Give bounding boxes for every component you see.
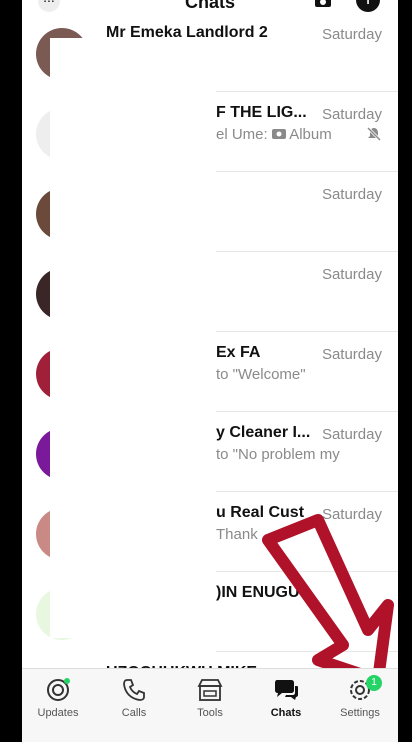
chat-name: y Cleaner I... [216, 424, 311, 441]
chat-time: Saturday [321, 26, 382, 43]
store-icon [197, 679, 223, 701]
tab-label: Tools [197, 707, 223, 719]
tab-settings[interactable]: 1 Settings [330, 675, 390, 727]
updates-icon [47, 678, 70, 701]
chat-name: F THE LIG... [216, 104, 307, 121]
chats-screen: ... Chats + Mr Emeka Landlord 2 Saturday… [22, 0, 398, 742]
chat-preview: el Ume: Album [216, 126, 332, 143]
pointer-arrow-annotation [262, 514, 394, 686]
tab-updates[interactable]: Updates [28, 677, 88, 727]
chat-time: Saturday [321, 266, 382, 283]
tab-label: Updates [37, 707, 79, 719]
chat-time: Saturday [321, 426, 382, 443]
tab-chats[interactable]: Chats [256, 677, 316, 727]
chats-icon [275, 680, 298, 700]
tab-label: Calls [121, 707, 147, 719]
tab-tools[interactable]: Tools [180, 677, 240, 727]
chat-name: Ex FA [216, 344, 261, 361]
chat-preview: to "No problem my [216, 446, 340, 463]
tab-label: Settings [340, 707, 380, 719]
chat-preview: Thank [216, 526, 258, 543]
chat-time: Saturday [321, 186, 382, 203]
chat-preview: to "Welcome" [216, 366, 306, 383]
preview-sender: el Ume: [216, 126, 272, 143]
muted-bell-icon [366, 126, 382, 142]
redaction-block [50, 38, 216, 638]
camera-icon [271, 129, 286, 139]
chat-time: Saturday [321, 106, 382, 123]
tab-bar: Updates Calls Tools Chats 1 Settings [22, 668, 398, 742]
camera-icon[interactable] [314, 0, 332, 8]
phone-icon [123, 679, 145, 701]
notification-badge: 1 [366, 675, 382, 691]
tab-label: Chats [270, 707, 302, 719]
tab-calls[interactable]: Calls [104, 677, 164, 727]
preview-attachment: Album [289, 126, 332, 143]
chat-time: Saturday [321, 346, 382, 363]
